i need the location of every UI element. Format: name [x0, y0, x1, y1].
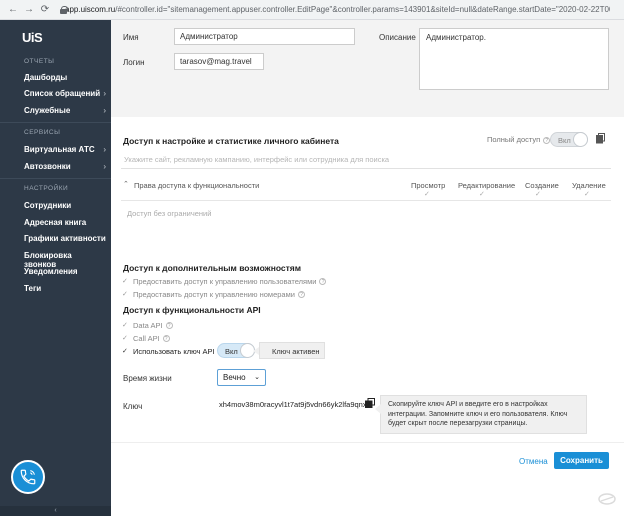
create-all-checkbox[interactable]: ✓: [535, 190, 541, 198]
url-path: /#controller.id="sitemanagement.appuser.…: [115, 5, 610, 14]
checkbox-checked[interactable]: ✓: [122, 278, 129, 285]
checkbox-checked[interactable]: ✓: [122, 322, 129, 329]
sidebar-item-employees[interactable]: Сотрудники: [24, 201, 106, 210]
section-title-settings: НАСТРОЙКИ: [24, 185, 69, 192]
checkbox-checked[interactable]: ✓: [122, 348, 129, 355]
sidebar-item-dashboards[interactable]: Дашборды: [24, 73, 106, 82]
manage-numbers-option[interactable]: ✓ Предоставить доступ к управлению номер…: [122, 290, 305, 299]
name-label: Имя: [123, 33, 139, 42]
copy-key-icon[interactable]: [365, 398, 375, 408]
full-access-label: Полный доступ?: [487, 135, 551, 144]
sidebar-divider: [0, 122, 111, 123]
login-input[interactable]: tarasov@mag.travel: [174, 53, 264, 70]
name-input[interactable]: Администратор: [174, 28, 355, 45]
no-limits-text: Доступ без ограничений: [127, 209, 212, 218]
full-access-toggle[interactable]: Вкл: [550, 132, 588, 147]
sidebar-item-autocalls[interactable]: Автозвонки ›: [24, 162, 106, 171]
cancel-link[interactable]: Отмена: [519, 457, 548, 466]
key-status-badge: Ключ активен: [259, 342, 325, 359]
sidebar-item-requests[interactable]: Список обращений ›: [24, 89, 106, 98]
help-icon[interactable]: ?: [165, 322, 173, 329]
profile-panel: Имя Администратор Логин tarasov@mag.trav…: [111, 20, 624, 117]
delete-all-checkbox[interactable]: ✓: [584, 190, 590, 198]
checkbox-checked[interactable]: ✓: [122, 335, 129, 342]
help-icon[interactable]: ?: [319, 278, 327, 285]
sidebar-item-tags[interactable]: Теги: [24, 284, 106, 293]
sidebar-collapse-toggle[interactable]: ‹: [0, 506, 111, 516]
sidebar-divider: [0, 178, 111, 179]
badge-pointer: [253, 347, 259, 355]
sidebar-item-virtual-pbx[interactable]: Виртуальная АТС ›: [24, 145, 106, 154]
watermark-logo-icon: [598, 493, 616, 505]
login-label: Логин: [123, 58, 145, 67]
cabinet-access-heading: Доступ к настройке и статистике личного …: [123, 136, 339, 146]
sidebar-item-address-book[interactable]: Адресная книга: [24, 218, 106, 227]
copy-icon[interactable]: [596, 133, 605, 144]
chevron-up-icon[interactable]: ⌃: [123, 180, 129, 188]
table-divider: [121, 200, 611, 201]
api-key-toggle[interactable]: Вкл: [217, 343, 255, 358]
main-content: Имя Администратор Логин tarasov@mag.trav…: [111, 20, 624, 516]
help-icon[interactable]: ?: [162, 335, 170, 342]
access-search-input[interactable]: Укажите сайт, рекламную кампанию, интерф…: [121, 151, 611, 169]
address-bar[interactable]: app.uiscom.ru/#controller.id="sitemanage…: [60, 5, 610, 14]
key-label: Ключ: [123, 402, 143, 411]
phone-icon: [20, 469, 36, 485]
chevron-right-icon: ›: [103, 145, 106, 154]
column-edit: Редактирование: [458, 181, 516, 190]
edit-all-checkbox[interactable]: ✓: [479, 190, 485, 198]
section-title-reports: ОТЧЕТЫ: [24, 58, 55, 65]
sidebar-item-activity-schedules[interactable]: Графики активности: [24, 234, 106, 243]
toggle-knob: [573, 132, 588, 147]
api-key-tooltip: Скопируйте ключ API и введите его в наст…: [375, 395, 587, 434]
reload-icon[interactable]: ⟳: [38, 3, 52, 17]
help-icon[interactable]: ?: [297, 291, 305, 298]
softphone-button[interactable]: [11, 460, 45, 494]
chevron-down-icon: ⌄: [254, 374, 260, 381]
column-create: Создание: [525, 181, 559, 190]
column-delete: Удаление: [572, 181, 606, 190]
description-textarea[interactable]: Администратор.: [419, 28, 609, 90]
uis-logo[interactable]: UiS: [22, 30, 44, 48]
browser-toolbar: ← → ⟳ app.uiscom.ru/#controller.id="site…: [0, 0, 624, 20]
manage-users-option[interactable]: ✓ Предоставить доступ к управлению польз…: [122, 277, 327, 286]
column-view: Просмотр: [411, 181, 446, 190]
description-label: Описание: [379, 33, 416, 42]
lifetime-select[interactable]: Вечно ⌄: [217, 369, 266, 386]
checkbox-checked[interactable]: ✓: [122, 291, 129, 298]
use-api-key-option[interactable]: ✓ Использовать ключ API?: [122, 347, 225, 356]
footer-divider: [111, 442, 624, 443]
call-api-option[interactable]: ✓ Call API?: [122, 334, 170, 343]
api-access-heading: Доступ к функциональности API: [123, 305, 261, 315]
chevron-right-icon: ›: [103, 106, 106, 115]
sidebar-item-service[interactable]: Служебные ›: [24, 106, 106, 115]
back-arrow-icon[interactable]: ←: [6, 3, 20, 17]
view-all-checkbox[interactable]: ✓: [424, 190, 430, 198]
section-title-services: СЕРВИСЫ: [24, 129, 61, 136]
chevron-right-icon: ›: [103, 89, 106, 98]
extra-access-heading: Доступ к дополнительным возможностям: [123, 263, 302, 273]
url-host: app.uiscom.ru: [65, 5, 116, 14]
save-button[interactable]: Сохранить: [554, 452, 609, 469]
forward-arrow-icon[interactable]: →: [22, 3, 36, 17]
chevron-left-icon: ‹: [54, 507, 57, 514]
column-rights: Права доступа к функциональности: [134, 181, 260, 190]
api-key-value: xh4mov38m0racyvl1t7at9j5vdn66yk2lfa9qnx: [219, 400, 367, 409]
chevron-right-icon: ›: [103, 162, 106, 171]
data-api-option[interactable]: ✓ Data API?: [122, 321, 173, 330]
sidebar-item-notifications[interactable]: Уведомления: [24, 267, 106, 276]
lifetime-label: Время жизни: [123, 374, 172, 383]
sidebar: UiS ОТЧЕТЫ Дашборды Список обращений › Сл…: [0, 20, 111, 516]
